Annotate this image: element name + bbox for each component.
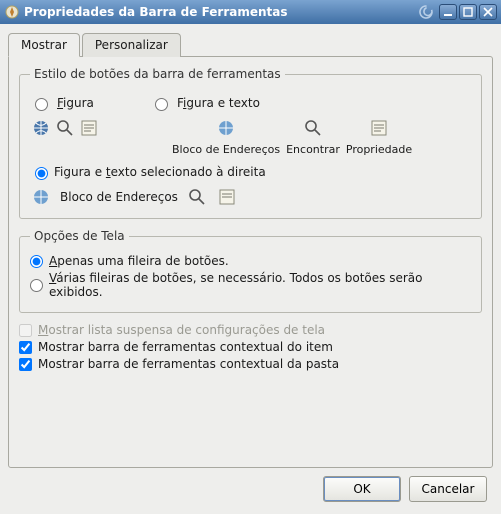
preview-figure-text-right: Bloco de Endereços <box>30 186 471 208</box>
radio-multi-row-label: Várias fileiras de botões, se necessário… <box>49 271 471 299</box>
titlebar: Propriedades da Barra de Ferramentas <box>0 0 501 24</box>
dialog-content: Mostrar Personalizar Estilo de botões da… <box>0 24 501 514</box>
radio-figure-label: Figura <box>57 96 94 110</box>
globe-icon <box>30 117 52 139</box>
radio-multi-row[interactable]: Várias fileiras de botões, se necessário… <box>30 271 471 299</box>
radio-figure-and-text-label: Figura e texto <box>177 96 260 110</box>
check-folder-context-label: Mostrar barra de ferramentas contextual … <box>38 357 339 371</box>
preview-addr-label: Bloco de Endereços <box>172 143 280 156</box>
tab-customize[interactable]: Personalizar <box>82 33 181 57</box>
radio-figure-and-text-input[interactable] <box>155 98 168 111</box>
window-title: Propriedades da Barra de Ferramentas <box>24 5 415 19</box>
close-button[interactable] <box>479 4 497 20</box>
radio-single-row[interactable]: Apenas uma fileira de botões. <box>30 254 471 268</box>
minimize-button[interactable] <box>439 4 457 20</box>
radio-figure[interactable]: Figura <box>30 95 140 111</box>
check-item-context[interactable]: Mostrar barra de ferramentas contextual … <box>19 340 482 354</box>
check-item-context-label: Mostrar barra de ferramentas contextual … <box>38 340 333 354</box>
preview-find-label: Encontrar <box>286 143 340 156</box>
maximize-button[interactable] <box>459 4 477 20</box>
preview-props: Propriedade <box>346 117 412 156</box>
branding-swirl-icon <box>417 3 435 21</box>
cancel-button[interactable]: Cancelar <box>409 476 487 502</box>
sheet-icon <box>368 117 390 139</box>
tab-panel-show: Estilo de botões da barra de ferramentas… <box>8 56 493 468</box>
dialog-button-bar: OK Cancelar <box>8 468 493 506</box>
radio-single-row-input[interactable] <box>30 255 43 268</box>
globe-icon <box>30 186 52 208</box>
check-dropdown: Mostrar lista suspensa de configurações … <box>19 323 482 337</box>
check-folder-context[interactable]: Mostrar barra de ferramentas contextual … <box>19 357 482 371</box>
tab-show-label: Mostrar <box>21 38 67 52</box>
radio-figure-text-right[interactable]: Figura e texto selecionado à direita <box>30 164 471 180</box>
magnifier-icon <box>186 186 208 208</box>
magnifier-icon <box>302 117 324 139</box>
sheet-icon <box>78 117 100 139</box>
radio-figure-text-right-input[interactable] <box>35 167 48 180</box>
preview-addr: Bloco de Endereços <box>172 117 280 156</box>
style-preview-row: Bloco de Endereços Encontrar Propriedade <box>30 117 471 156</box>
preview-addr2-label: Bloco de Endereços <box>60 190 178 204</box>
check-dropdown-label: Mostrar lista suspensa de configurações … <box>38 323 325 337</box>
ok-button[interactable]: OK <box>323 476 401 502</box>
screen-options-legend: Opções de Tela <box>30 229 129 243</box>
check-folder-context-input[interactable] <box>19 358 32 371</box>
radio-figure-and-text[interactable]: Figura e texto <box>150 95 260 111</box>
check-item-context-input[interactable] <box>19 341 32 354</box>
preview-props-label: Propriedade <box>346 143 412 156</box>
screen-options-group: Opções de Tela Apenas uma fileira de bot… <box>19 229 482 313</box>
toolbar-style-group: Estilo de botões da barra de ferramentas… <box>19 67 482 219</box>
preview-figure-only <box>30 117 100 139</box>
tab-show[interactable]: Mostrar <box>8 33 80 57</box>
radio-multi-row-input[interactable] <box>30 279 43 292</box>
toolbar-style-legend: Estilo de botões da barra de ferramentas <box>30 67 285 81</box>
preview-find: Encontrar <box>286 117 340 156</box>
magnifier-icon <box>54 117 76 139</box>
radio-figure-input[interactable] <box>35 98 48 111</box>
radio-figure-text-right-label: Figura e texto selecionado à direita <box>54 165 266 179</box>
app-icon <box>4 4 20 20</box>
tab-bar: Mostrar Personalizar <box>8 32 493 56</box>
sheet-icon <box>216 186 238 208</box>
check-dropdown-input <box>19 324 32 337</box>
globe-icon <box>215 117 237 139</box>
tab-customize-label: Personalizar <box>95 38 168 52</box>
radio-single-row-label: Apenas uma fileira de botões. <box>49 254 229 268</box>
